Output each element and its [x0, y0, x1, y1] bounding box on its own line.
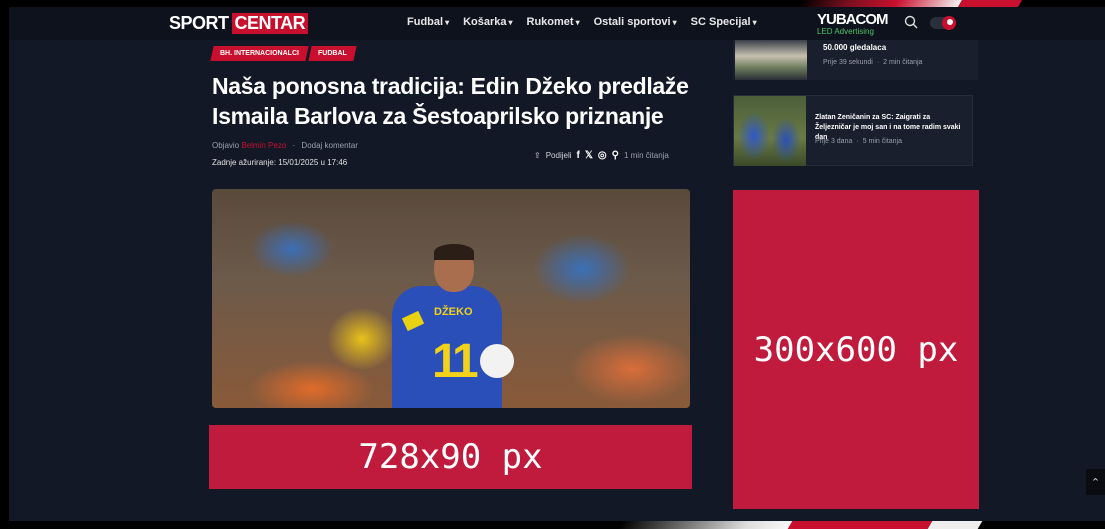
chevron-down-icon: ▾	[752, 17, 757, 27]
sponsor-subtitle: LED Advertising	[817, 27, 874, 36]
whatsapp-icon[interactable]: ◎	[598, 150, 607, 161]
sidebar-news-card[interactable]: 50.000 gledalaca Prije 39 sekundi · 2 min …	[733, 40, 978, 80]
news-title[interactable]: 50.000 gledalaca	[823, 43, 886, 52]
ad-sidebar[interactable]: 300x600 px	[733, 190, 979, 509]
back-to-top-icon[interactable]: ⌃	[1086, 469, 1105, 495]
news-meta: Prije 39 sekundi · 2 min čitanja	[823, 59, 923, 66]
chevron-down-icon: ▾	[672, 17, 677, 27]
site-logo[interactable]: SPORT CENTAR	[169, 13, 309, 34]
article-byline: Objavio Belmin Pezo · Dodaj komentar	[212, 141, 358, 150]
dark-mode-toggle[interactable]	[930, 16, 956, 30]
link-icon[interactable]: ⚲	[612, 150, 619, 161]
news-meta: Prije 3 dana · 5 min čitanja	[815, 138, 902, 145]
add-comment-link[interactable]: Dodaj komentar	[301, 141, 357, 150]
read-time: 1 min čitanja	[623, 151, 669, 160]
author-link[interactable]: Belmin Pezo	[241, 141, 286, 150]
jersey-number: 11	[432, 335, 479, 388]
logo-centar: CENTAR	[231, 13, 309, 34]
jersey-name: DŽEKO	[434, 306, 473, 318]
nav-label: Ostali sportovi	[593, 16, 671, 28]
player-figure: DŽEKO 11	[362, 244, 514, 408]
nav-label: Košarka	[463, 16, 507, 28]
chevron-down-icon: ▾	[508, 17, 513, 27]
chevron-down-icon: ▾	[445, 17, 450, 27]
share-label[interactable]: Podijeli	[546, 151, 572, 160]
nav-item-sc-specijal[interactable]: SC Specijal ▾	[691, 16, 757, 28]
main-nav: Fudbal ▾ Košarka ▾ Rukomet ▾ Ostali sportov…	[407, 16, 757, 28]
published-by-label: Objavio	[212, 141, 240, 150]
nav-item-fudbal[interactable]: Fudbal ▾	[407, 16, 449, 28]
share-icon: ⇪	[534, 151, 541, 160]
page: SPORT CENTAR Fudbal ▾ Košarka ▾ Rukomet ▾ O…	[9, 7, 1105, 521]
top-decor-stripe	[0, 0, 1105, 7]
logo-sport: SPORT	[169, 13, 229, 33]
news-thumbnail	[734, 96, 806, 166]
news-thumbnail	[735, 40, 807, 80]
hero-image: DŽEKO 11	[212, 189, 690, 408]
separator: ·	[292, 141, 296, 150]
bottom-decor-stripe	[0, 521, 1105, 529]
x-twitter-icon[interactable]: 𝕏	[585, 150, 593, 161]
nav-label: Fudbal	[407, 16, 444, 28]
sponsor-logo[interactable]: YUBACOM LED Advertising	[817, 12, 899, 38]
nav-label: Rukomet	[526, 16, 574, 28]
article-tags: BH. INTERNACIONALCI FUDBAL	[210, 46, 357, 61]
sidebar-news-card[interactable]: Zlatan Zeničanin za SC: Zaigrati za Želj…	[733, 95, 973, 166]
nav-label: SC Specijal	[690, 16, 751, 28]
chevron-down-icon: ▾	[575, 17, 580, 27]
ad-leaderboard[interactable]: 728x90 px	[209, 425, 692, 489]
nav-item-ostali-sportovi[interactable]: Ostali sportovi ▾	[594, 16, 677, 28]
tag-fudbal[interactable]: FUDBAL	[308, 46, 357, 61]
nav-item-rukomet[interactable]: Rukomet ▾	[527, 16, 580, 28]
ball	[480, 344, 514, 378]
nav-item-kosarka[interactable]: Košarka ▾	[463, 16, 512, 28]
article-title: Naša ponosna tradicija: Edin Džeko predl…	[212, 73, 689, 129]
site-header: SPORT CENTAR Fudbal ▾ Košarka ▾ Rukomet ▾ O…	[9, 7, 1105, 40]
sponsor-name: YUBACOM	[817, 11, 889, 28]
tag-bh-internacionalci[interactable]: BH. INTERNACIONALCI	[210, 46, 309, 61]
share-bar: ⇪ Podijeli f 𝕏 ◎ ⚲ 1 min čitanja	[534, 150, 669, 161]
updated-date: Zadnje ažuriranje: 15/01/2025 u 17:46	[212, 158, 348, 167]
facebook-icon[interactable]: f	[577, 150, 580, 161]
moon-icon	[942, 16, 956, 30]
search-icon[interactable]	[904, 15, 920, 31]
